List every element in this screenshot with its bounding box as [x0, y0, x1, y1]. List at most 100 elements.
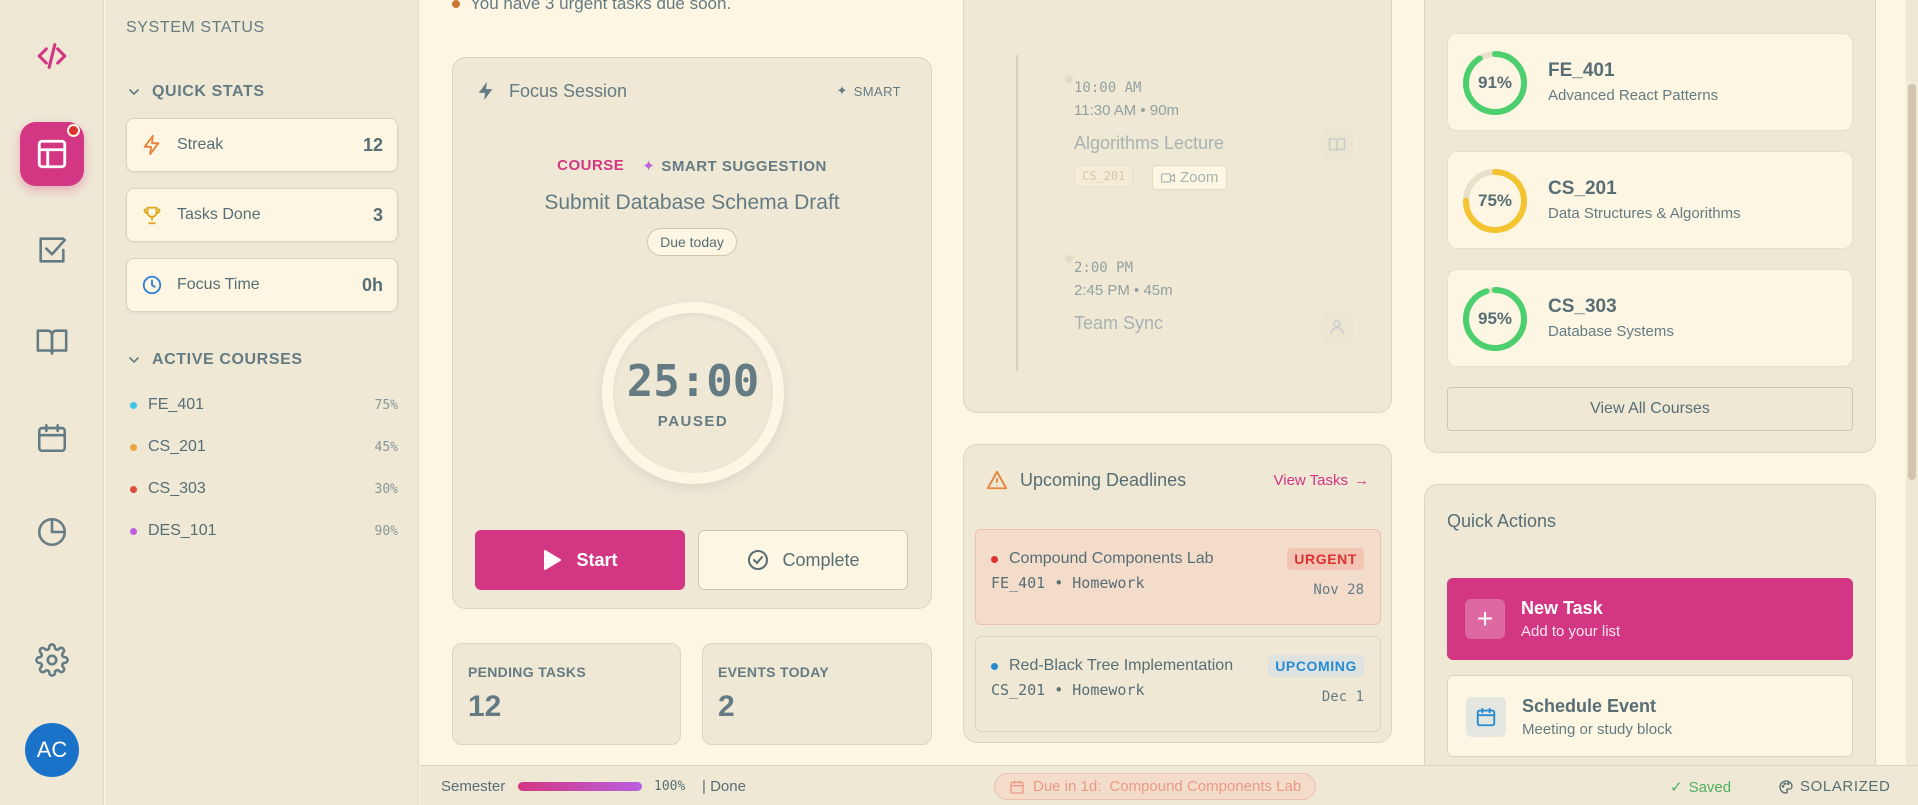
stat-streak: Streak 12 [126, 118, 398, 172]
course-percent: 75% [374, 397, 398, 413]
course-progress-item[interactable]: 75% CS_201 Data Structures & Algorithms [1447, 151, 1853, 249]
semester-percent: 100% [654, 779, 686, 794]
sidebar-course-fe401[interactable]: FE_401 75% [130, 396, 398, 414]
event-title[interactable]: Team Sync [1074, 313, 1163, 334]
deadline-item[interactable]: Compound Components Lab FE_401 • Homewor… [975, 529, 1381, 625]
clock-icon [142, 275, 162, 295]
sidebar-course-des101[interactable]: DES_101 90% [130, 522, 398, 540]
sidebar-course-cs303[interactable]: CS_303 30% [130, 480, 398, 498]
pending-tasks-label: PENDING TASKS [468, 664, 586, 680]
nav-dashboard-button[interactable] [20, 122, 84, 186]
course-name: Database Systems [1548, 323, 1674, 340]
event-type-icon [1321, 129, 1353, 161]
deadline-meta: FE_401 • Homework [991, 574, 1145, 592]
checkbox-icon [39, 237, 67, 263]
urgent-alert: You have 3 urgent tasks due soon. [452, 0, 731, 14]
suggestion-line: COURSE ✦ SMART SUGGESTION [453, 157, 931, 175]
lightning-icon [478, 81, 493, 101]
calendar-icon [1466, 697, 1506, 737]
smart-label: SMART [853, 83, 901, 99]
course-progress-card: 91% FE_401 Advanced React Patterns 75% C… [1424, 0, 1876, 453]
sparkle-icon: ✦ [642, 158, 656, 175]
pie-chart-icon [37, 517, 67, 547]
stat-label: Streak [177, 136, 224, 153]
priority-dot [991, 663, 998, 670]
warning-icon [986, 470, 1008, 490]
quick-stats-label: QUICK STATS [152, 83, 265, 100]
timer-display: 25:00 PAUSED [613, 313, 773, 473]
priority-dot [991, 556, 998, 563]
timeline-line [1016, 55, 1018, 371]
course-progress-item[interactable]: 91% FE_401 Advanced React Patterns [1447, 33, 1853, 131]
smart-mode-toggle[interactable]: ✦ SMART [836, 83, 901, 99]
course-code: CS_303 [1548, 296, 1617, 317]
view-tasks-link[interactable]: View Tasks → [1274, 472, 1369, 489]
video-icon [1161, 172, 1175, 183]
course-code: FE_401 [148, 396, 205, 413]
stat-value: 0h [361, 274, 383, 295]
start-button[interactable]: Start [475, 530, 685, 590]
course-percent: 30% [374, 481, 398, 497]
nav-calendar-button[interactable] [20, 406, 84, 470]
deadlines-title: Upcoming Deadlines [1020, 469, 1187, 490]
focus-task-title: Submit Database Schema Draft [544, 191, 840, 214]
events-today-value: 2 [718, 690, 735, 723]
new-task-button[interactable]: + New Task Add to your list [1447, 578, 1853, 660]
theme-label: SOLARIZED [1800, 778, 1891, 795]
nav-settings-button[interactable] [20, 628, 84, 692]
course-percent: 90% [374, 523, 398, 539]
user-avatar[interactable]: AC [25, 723, 79, 777]
course-code: CS_201 [148, 438, 206, 455]
course-progress-item[interactable]: 95% CS_303 Database Systems [1447, 269, 1853, 367]
stat-tasks-done: Tasks Done 3 [126, 188, 398, 242]
complete-label: Complete [782, 549, 860, 570]
deadline-meta-text: CS_201 • Homework [991, 681, 1145, 699]
nav-analytics-button[interactable] [20, 500, 84, 564]
deadline-meta: CS_201 • Homework [991, 681, 1145, 699]
nav-tasks-button[interactable] [20, 218, 84, 282]
icon-rail: AC [0, 0, 104, 805]
sidebar-course-cs201[interactable]: CS_201 45% [130, 438, 398, 456]
urgent-badge: URGENT [1287, 548, 1364, 570]
scrollbar[interactable] [1906, 0, 1918, 765]
deadlines-header: Upcoming Deadlines [986, 469, 1186, 491]
event-start-time: 2:00 PM [1074, 260, 1134, 276]
main-content: You have 3 urgent tasks due soon. Focus … [420, 0, 1898, 784]
quick-stats-toggle[interactable]: QUICK STATS [126, 83, 265, 101]
active-courses-toggle[interactable]: ACTIVE COURSES [126, 351, 303, 369]
events-today-label: EVENTS TODAY [718, 664, 829, 680]
deadline-name: Compound Components Lab [1009, 550, 1214, 567]
due-soon-pill[interactable]: Due in 1d: Compound Components Lab [994, 773, 1317, 800]
event-end-duration: 2:45 PM • 45m [1074, 282, 1173, 299]
book-icon [1328, 138, 1346, 152]
check-icon: ✓ [1670, 779, 1683, 796]
event-end-duration: 11:30 AM • 90m [1074, 102, 1180, 119]
progress-percent: 75% [1477, 191, 1513, 210]
scrollbar-thumb[interactable] [1908, 84, 1916, 480]
palette-icon [1779, 779, 1793, 794]
course-color-dot [130, 485, 137, 493]
event-title[interactable]: Algorithms Lecture [1074, 133, 1224, 154]
trophy-icon [143, 206, 161, 225]
schedule-event-label: Schedule Event [1522, 696, 1657, 716]
deadline-name: Red-Black Tree Implementation [1009, 657, 1234, 674]
pending-tasks-card: PENDING TASKS 12 [452, 643, 681, 745]
due-badge: Due today [647, 228, 737, 256]
event-type-icon [1321, 311, 1353, 343]
book-icon [36, 329, 68, 355]
deadline-item[interactable]: Red-Black Tree Implementation CS_201 • H… [975, 636, 1381, 732]
progress-percent: 95% [1477, 309, 1513, 328]
event-location: Zoom [1180, 169, 1219, 186]
new-task-sub: Add to your list [1521, 623, 1621, 640]
course-name: Data Structures & Algorithms [1548, 205, 1741, 222]
theme-switcher[interactable]: SOLARIZED [1778, 778, 1890, 795]
nav-courses-button[interactable] [20, 310, 84, 374]
event-start-time: 10:00 AM [1074, 80, 1142, 96]
schedule-event-button[interactable]: Schedule Event Meeting or study block [1447, 675, 1853, 757]
code-logo-icon[interactable] [20, 24, 84, 88]
complete-button[interactable]: Complete [698, 530, 908, 590]
alert-text: You have 3 urgent tasks due soon. [470, 0, 732, 13]
alert-dot [452, 0, 460, 8]
view-all-courses-button[interactable]: View All Courses [1447, 387, 1853, 431]
deadline-meta-text: FE_401 • Homework [991, 574, 1145, 592]
